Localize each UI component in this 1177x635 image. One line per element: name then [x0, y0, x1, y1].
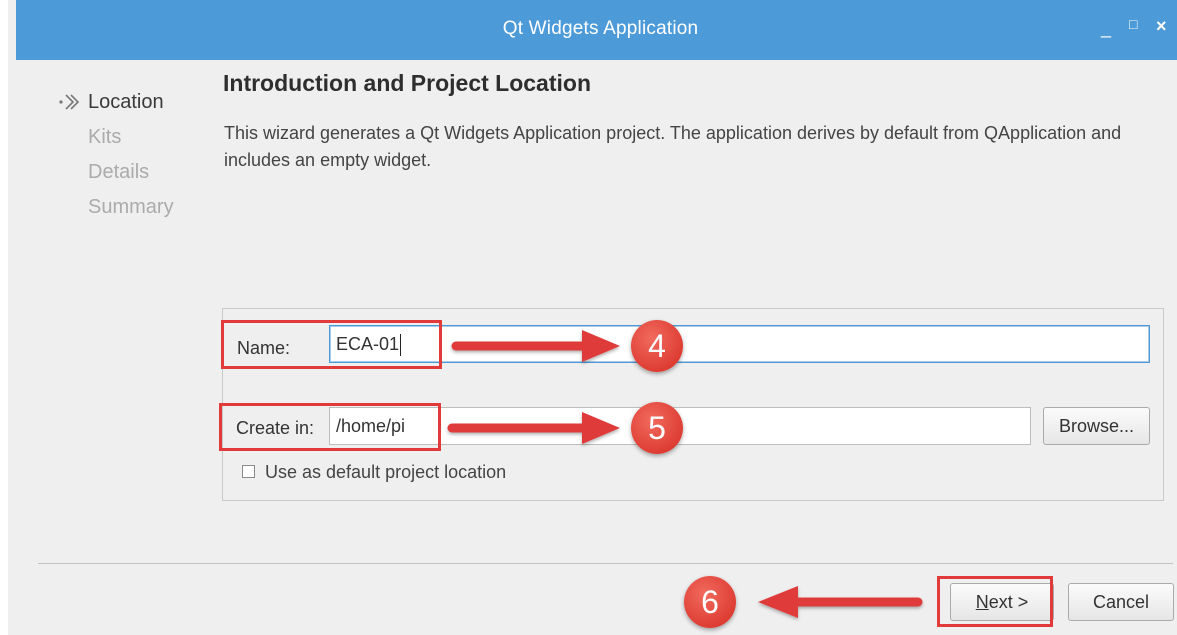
annotation-box-next	[937, 576, 1053, 627]
default-location-checkbox-row[interactable]: Use as default project location	[242, 462, 506, 483]
close-button[interactable]: ×	[1156, 16, 1167, 37]
maximize-button[interactable]: □	[1129, 16, 1137, 32]
nav-step-summary: Summary	[58, 193, 174, 228]
annotation-badge-4: 4	[631, 320, 683, 372]
browse-button[interactable]: Browse...	[1043, 407, 1150, 445]
page-description: This wizard generates a Qt Widgets Appli…	[224, 123, 1122, 170]
annotation-box-name	[221, 320, 442, 369]
annotation-badge-5: 5	[631, 402, 683, 454]
annotation-box-create-in	[219, 403, 441, 451]
annotation-badge-6: 6	[684, 576, 736, 628]
cancel-button[interactable]: Cancel	[1068, 583, 1174, 621]
nav-step-label: Kits	[88, 126, 122, 148]
current-step-arrow-icon	[59, 94, 80, 110]
nav-step-label: Location	[88, 91, 164, 113]
footer-divider	[38, 563, 1173, 564]
wizard-steps-nav: Location Kits Details Summary	[58, 88, 174, 228]
nav-step-label: Details	[88, 161, 150, 183]
nav-step-kits: Kits	[58, 123, 174, 158]
window-title: Qt Widgets Application	[502, 18, 699, 39]
name-input[interactable]: ECA-01	[329, 325, 1150, 363]
default-location-label: Use as default project location	[265, 462, 507, 482]
page-title: Introduction and Project Location	[223, 70, 591, 96]
nav-step-location: Location	[58, 88, 174, 123]
default-location-checkbox[interactable]	[242, 465, 255, 479]
wizard-window: Qt Widgets Application _ □ × Location Ki…	[0, 0, 1177, 635]
nav-step-details: Details	[58, 158, 174, 193]
minimize-button[interactable]: _	[1101, 18, 1111, 39]
title-bar[interactable]: Qt Widgets Application _ □ ×	[16, 0, 1177, 60]
nav-step-label: Summary	[88, 196, 174, 218]
